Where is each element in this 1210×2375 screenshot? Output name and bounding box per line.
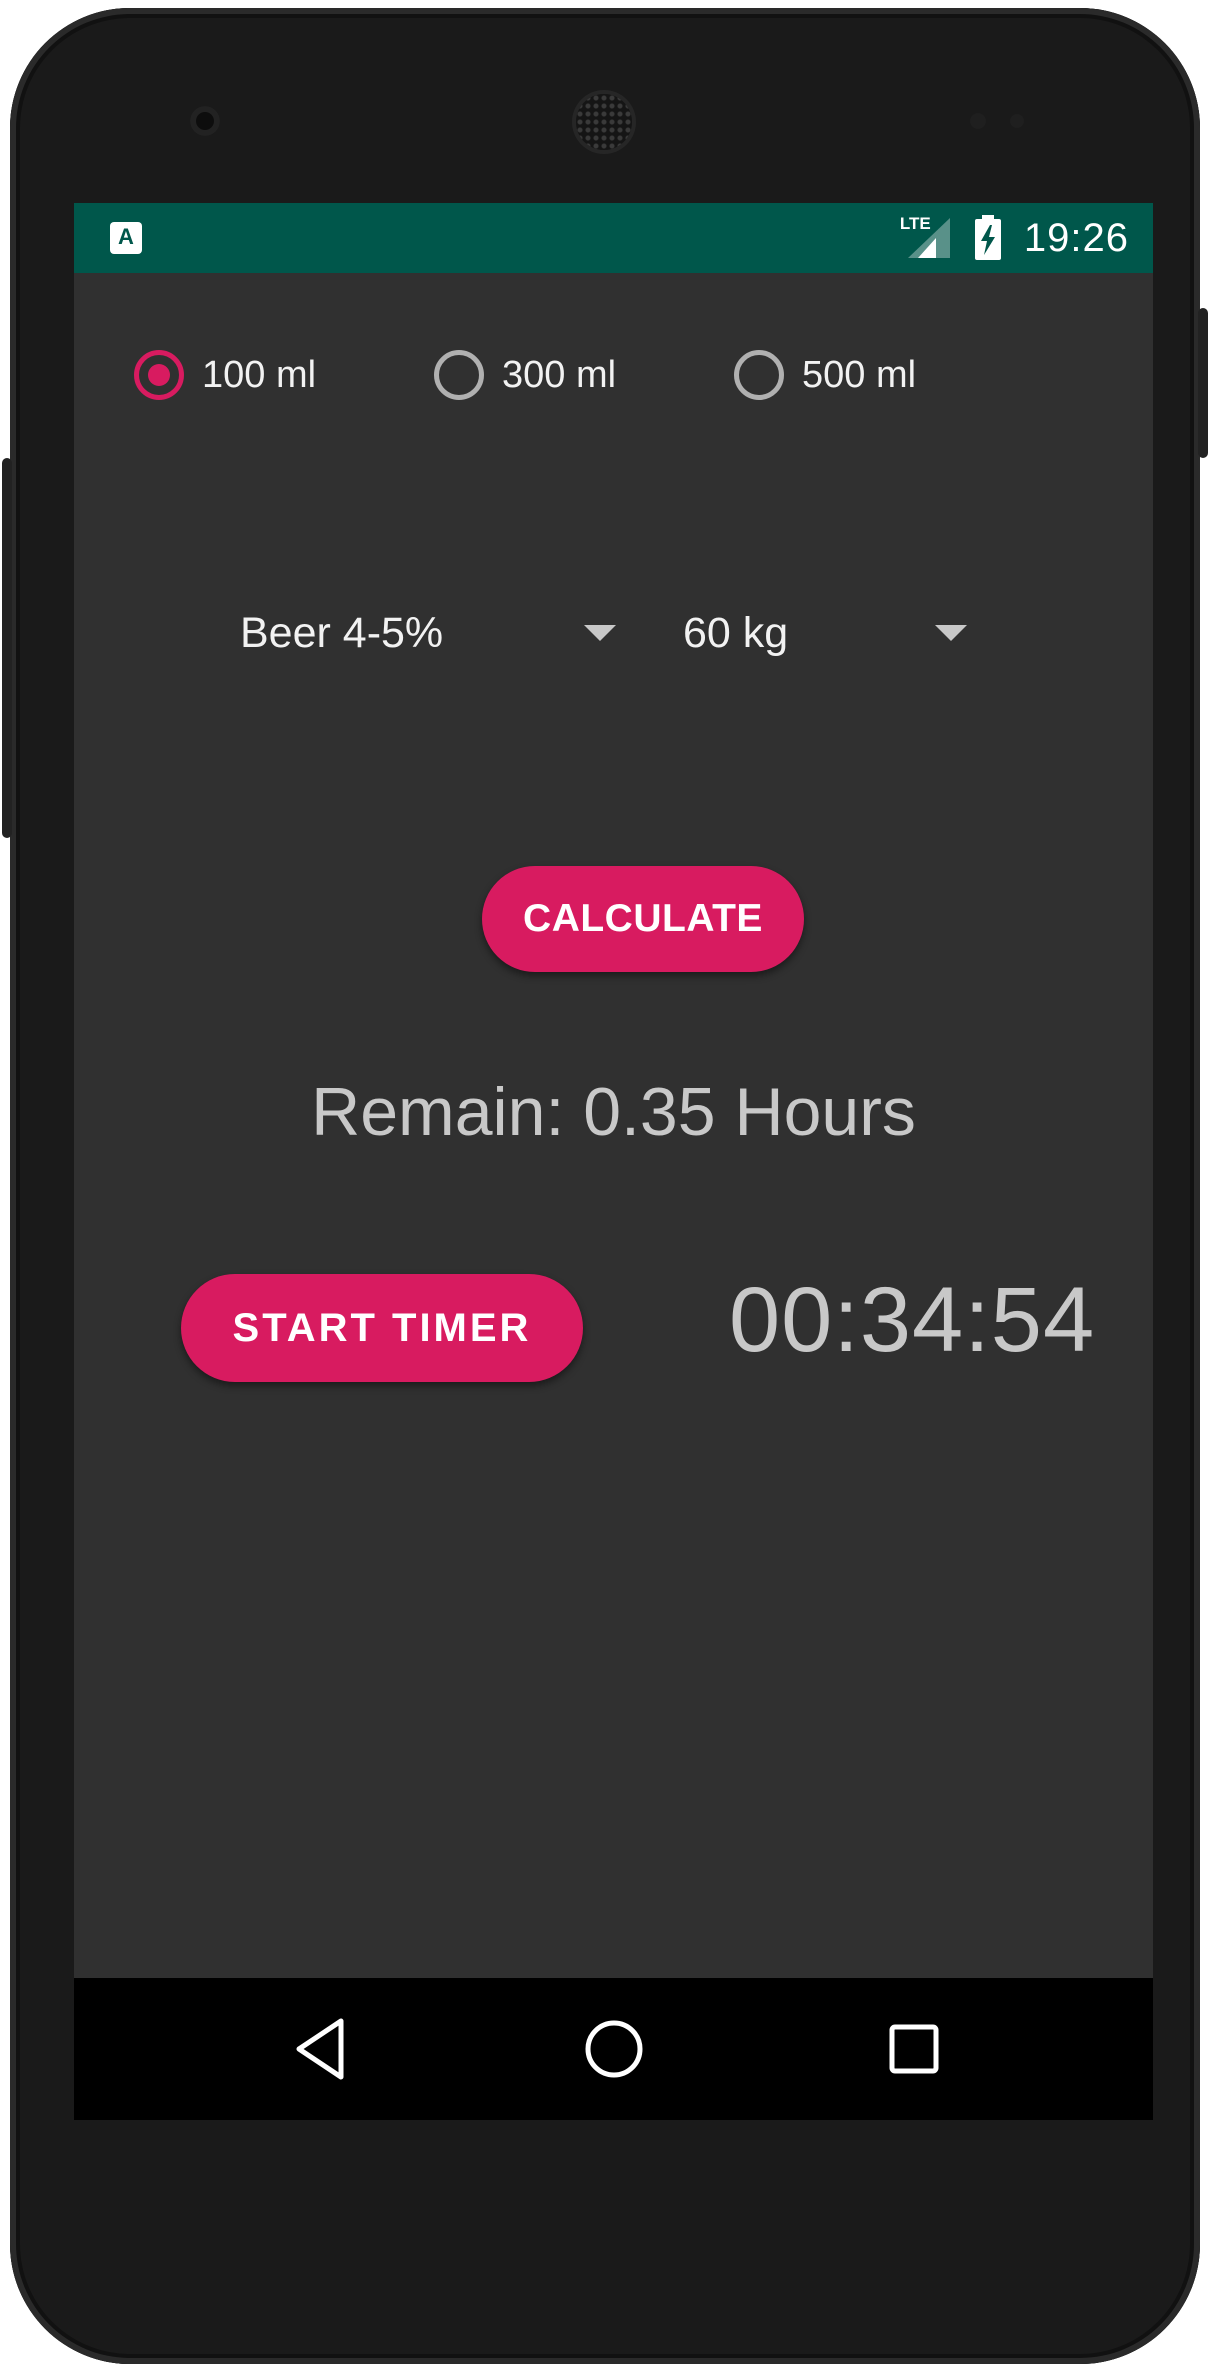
weight-spinner[interactable]: 60 kg — [683, 598, 1013, 668]
dropdown-arrow-icon — [935, 625, 967, 641]
remaining-time-text: Remain: 0.35 Hours — [311, 1074, 916, 1150]
timer-display: 00:34:54 — [729, 1269, 1096, 1371]
lte-signal-icon: LTE — [900, 214, 952, 260]
radio-unchecked-icon — [434, 350, 484, 400]
light-sensor — [1010, 114, 1024, 128]
radio-100ml[interactable]: 100 ml — [134, 335, 434, 415]
radio-checked-icon — [134, 350, 184, 400]
back-icon[interactable] — [285, 2013, 357, 2085]
navigation-bar — [74, 1978, 1153, 2120]
drink-type-spinner[interactable]: Beer 4-5% — [240, 598, 660, 668]
calculate-button-label: CALCULATE — [523, 897, 763, 940]
radio-300ml[interactable]: 300 ml — [434, 335, 734, 415]
proximity-sensor — [970, 113, 986, 129]
drink-type-value: Beer 4-5% — [240, 608, 444, 657]
app-screen: A LTE 19:26 100 ml 300 ml 500 ml Beer 4-… — [74, 203, 1153, 2120]
radio-label: 300 ml — [502, 353, 617, 396]
radio-unchecked-icon — [734, 350, 784, 400]
home-icon[interactable] — [578, 2013, 650, 2085]
start-timer-button-label: START TIMER — [232, 1306, 532, 1350]
radio-label: 100 ml — [202, 353, 317, 396]
volume-radio-group: 100 ml 300 ml 500 ml — [134, 335, 1034, 415]
radio-label: 500 ml — [802, 353, 917, 396]
status-bar: A LTE 19:26 — [74, 203, 1153, 273]
radio-500ml[interactable]: 500 ml — [734, 335, 1034, 415]
phone-frame: A LTE 19:26 100 ml 300 ml 500 ml Beer 4-… — [2, 8, 1208, 2364]
power-button — [1198, 308, 1208, 458]
signal-bars-icon — [907, 218, 950, 258]
status-time: 19:26 — [1023, 215, 1129, 260]
calculate-button[interactable]: CALCULATE — [482, 866, 804, 972]
start-timer-button[interactable]: START TIMER — [181, 1274, 583, 1382]
weight-value: 60 kg — [683, 608, 789, 657]
earpiece-speaker — [576, 94, 632, 150]
front-camera — [190, 106, 220, 136]
status-indicators: LTE 19:26 — [900, 203, 1129, 273]
recents-icon[interactable] — [878, 2013, 950, 2085]
battery-charging-icon — [974, 215, 1001, 260]
app-notification-icon: A — [110, 222, 142, 254]
volume-button — [2, 458, 12, 838]
dropdown-arrow-icon — [584, 625, 616, 641]
